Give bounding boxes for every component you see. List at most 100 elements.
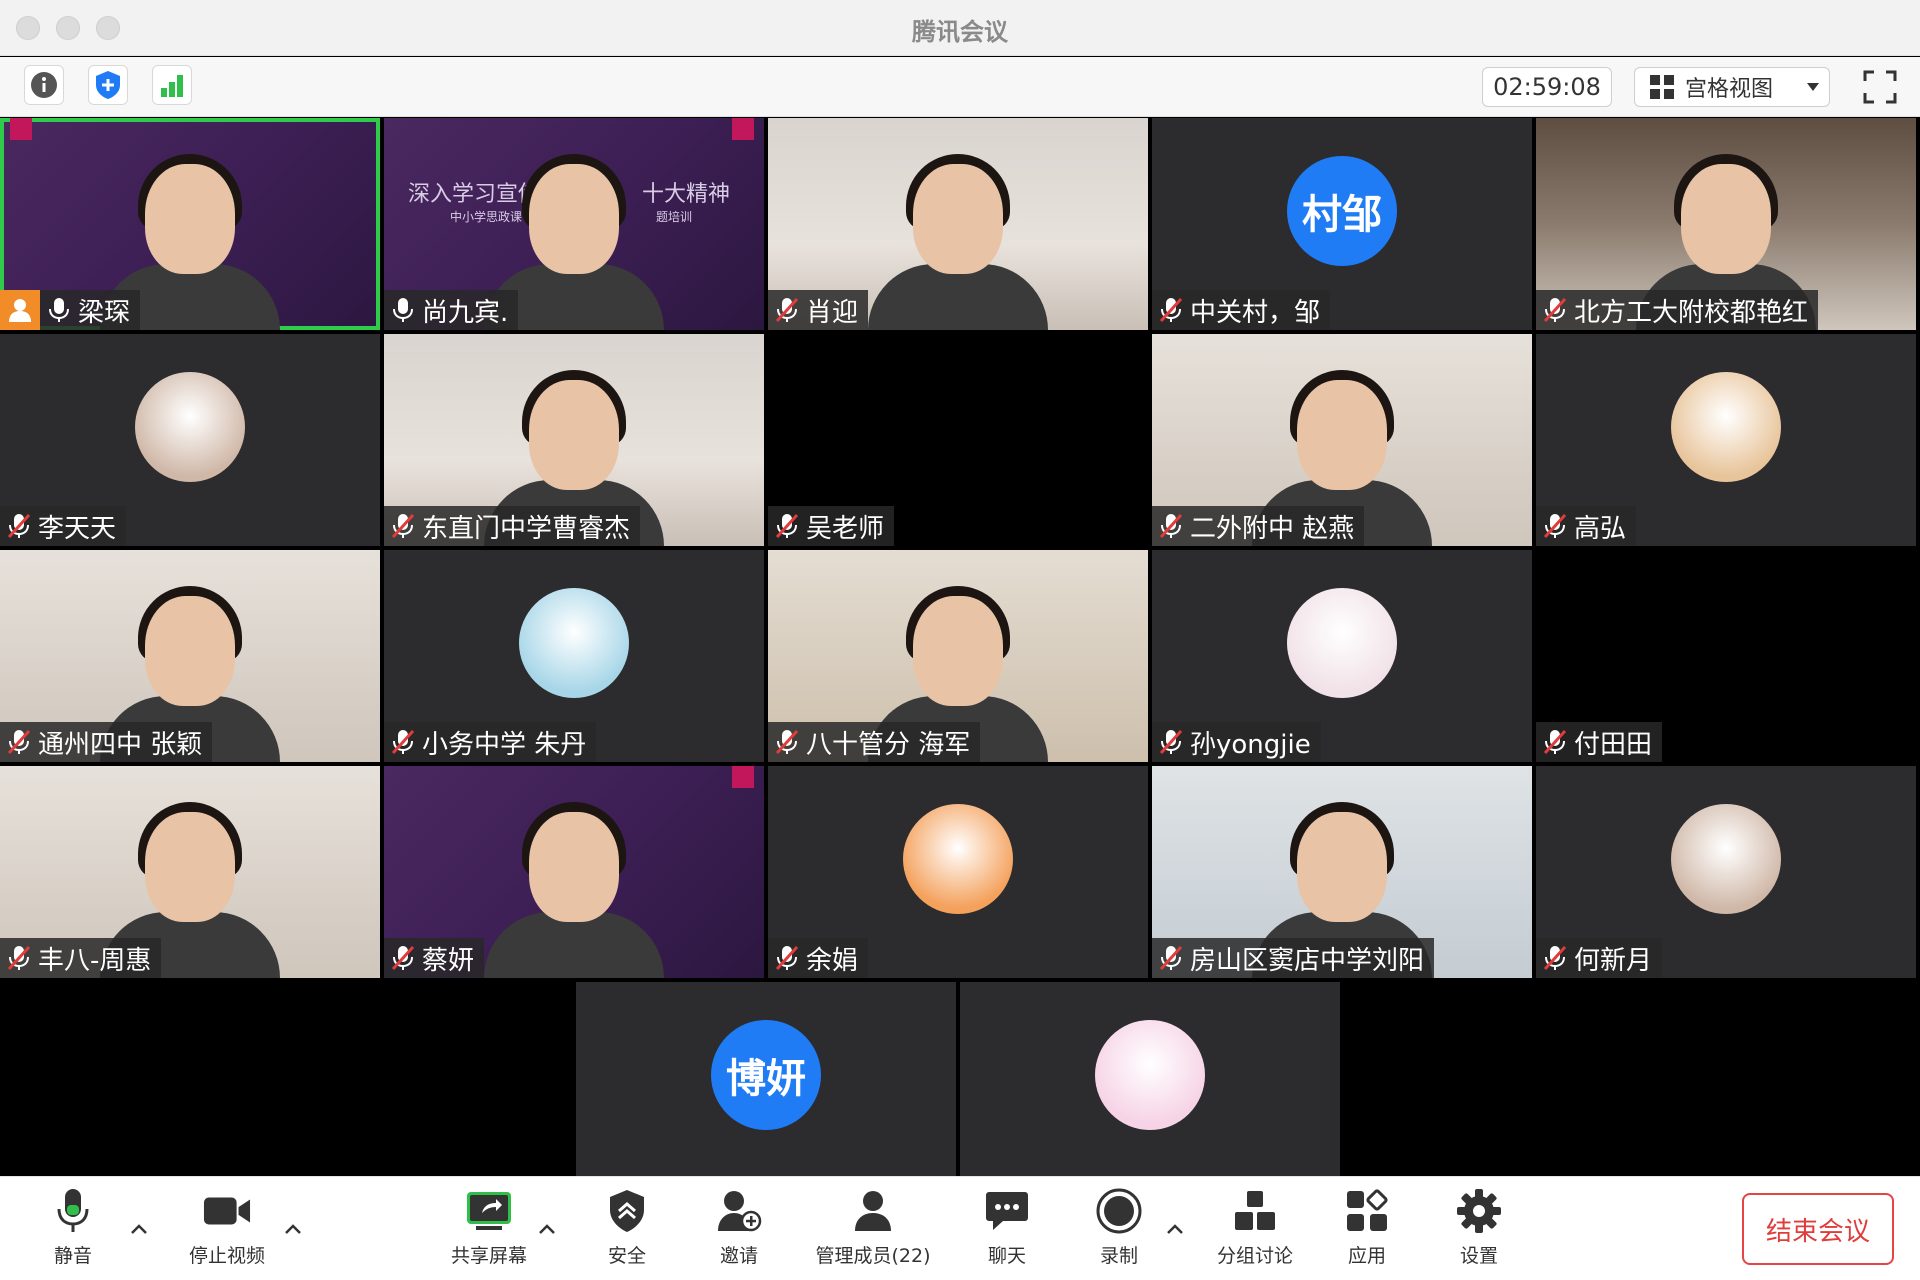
participant-tile[interactable]: 梁琛 [0,118,380,330]
participant-tile[interactable]: 李天天 [0,334,380,546]
face [1297,812,1387,922]
participant-tile[interactable]: 深入学习宣传贯 十大精神 中小学思政课 题培训 尚九宾. [384,118,764,330]
network-status-button[interactable] [152,65,192,105]
add-person-icon [718,1191,762,1232]
microphone-icon [57,1189,89,1232]
participant-tile[interactable]: 小务中学 朱丹 [384,550,764,762]
microphone-muted-icon [1159,297,1183,323]
microphone-muted-icon [1543,945,1567,971]
participant-tile[interactable]: 村邹 中关村，邹 [1152,118,1532,330]
share-options-chevron-icon[interactable] [536,1219,558,1241]
audio-options-chevron-icon[interactable] [128,1219,150,1241]
view-mode-select[interactable]: 宫格视图 [1634,67,1830,107]
participant-tile[interactable]: 何新月 [1536,766,1916,978]
signal-icon [161,75,183,97]
participant-name-tag: 高弘 [1536,506,1637,546]
participant-tile[interactable]: 孙yongjie [1152,550,1532,762]
face [145,596,235,706]
microphone-muted-icon [7,945,31,971]
end-meeting-button[interactable]: 结束会议 [1742,1193,1894,1265]
participant-name-tag: 小务中学 朱丹 [384,722,597,762]
participant-avatar [903,804,1013,914]
participant-tile[interactable]: 高弘 [1536,334,1916,546]
view-mode-label: 宫格视图 [1685,77,1774,102]
participant-tile[interactable]: 吴老师 [768,334,1148,546]
participant-tile[interactable]: 八十管分 海军 [768,550,1148,762]
settings-button[interactable]: 设置 [1424,1187,1534,1268]
microphone-muted-icon [775,297,799,323]
video-camera-icon [203,1197,251,1225]
microphone-muted-icon [1543,297,1567,323]
face [145,812,235,922]
microphone-muted-icon [7,729,31,755]
microphone-muted-icon [1159,729,1183,755]
video-options-chevron-icon[interactable] [282,1219,304,1241]
participant-tile[interactable]: 二外附中 赵燕 [1152,334,1532,546]
fullscreen-icon[interactable] [1862,69,1898,105]
chat-button[interactable]: 聊天 [952,1187,1062,1268]
meeting-timer: 02:59:08 [1482,67,1612,107]
security-shield-icon [610,1190,644,1232]
participant-avatar [1671,804,1781,914]
title-bar: 腾讯会议 [0,0,1920,56]
apps-label: 应用 [1347,1245,1386,1267]
meeting-info-button[interactable] [24,65,64,105]
breakout-rooms-button[interactable]: 分组讨论 [1200,1187,1310,1268]
participant-avatar [1095,1020,1205,1130]
participant-name-tag: 房山区窦店中学刘阳 [1152,938,1435,978]
participant-name: 付田田 [1574,729,1653,760]
apps-button[interactable]: 应用 [1312,1187,1422,1268]
participant-tile[interactable]: 丰八-周惠 [0,766,380,978]
participant-tile[interactable]: 余娟 [768,766,1148,978]
chat-label: 聊天 [987,1245,1026,1267]
participant-tile[interactable]: 肖迎 [768,118,1148,330]
record-button[interactable]: 录制 [1064,1187,1174,1268]
mute-label: 静音 [53,1245,92,1267]
meeting-toolbar: 02:59:08 宫格视图 [0,57,1920,117]
invite-button[interactable]: 邀请 [684,1187,794,1268]
stop-video-button[interactable]: 停止视频 [172,1187,282,1268]
participant-avatar [135,372,245,482]
participant-name-tag: 肖迎 [768,290,869,330]
participant-tile[interactable] [960,982,1340,1194]
record-label: 录制 [1099,1245,1138,1267]
slide-corner-mark [732,118,754,140]
mute-button[interactable]: 静音 [18,1187,128,1268]
participant-name: 孙yongjie [1190,729,1311,760]
participant-name-tag: 李天天 [0,506,127,546]
participant-tile[interactable]: 蔡妍 [384,766,764,978]
slide-corner-mark [10,118,32,140]
participant-tile[interactable]: 通州四中 张颖 [0,550,380,762]
participant-tile[interactable]: 东直门中学曹睿杰 [384,334,764,546]
microphone-icon [49,298,69,322]
participant-name-tag: 蔡妍 [384,938,485,978]
share-screen-button[interactable]: 共享屏幕 [434,1187,544,1268]
participant-tile[interactable]: 付田田 [1536,550,1916,762]
participant-avatar: 博妍 [711,1020,821,1130]
host-person-icon [9,299,31,322]
share-screen-icon [467,1192,511,1230]
participant-name-tag: 北方工大附校都艳红 [1536,290,1819,330]
participant-name-tag: 东直门中学曹睿杰 [384,506,641,546]
security-button[interactable]: 安全 [572,1187,682,1268]
security-label: 安全 [607,1245,646,1267]
security-status-button[interactable] [88,65,128,105]
participant-name: 吴老师 [806,513,885,544]
stop-video-label: 停止视频 [188,1245,265,1267]
participant-tile[interactable]: 房山区窦店中学刘阳 [1152,766,1532,978]
participant-name-tag: 何新月 [1536,938,1663,978]
manage-members-button[interactable]: 管理成员(22) [816,1187,931,1268]
participant-tile[interactable]: 北方工大附校都艳红 [1536,118,1916,330]
microphone-muted-icon [391,729,415,755]
participant-name: 梁琛 [78,297,131,328]
slide-corner-mark [732,766,754,788]
participant-tile[interactable]: 博妍 [576,982,956,1194]
face [1681,164,1771,274]
record-options-chevron-icon[interactable] [1164,1219,1186,1241]
participant-name: 丰八-周惠 [38,945,152,976]
breakout-rooms-icon [1235,1191,1275,1230]
participant-name: 二外附中 赵燕 [1190,513,1355,544]
participant-video [484,798,664,978]
microphone-muted-icon [391,945,415,971]
record-icon [1096,1188,1142,1234]
